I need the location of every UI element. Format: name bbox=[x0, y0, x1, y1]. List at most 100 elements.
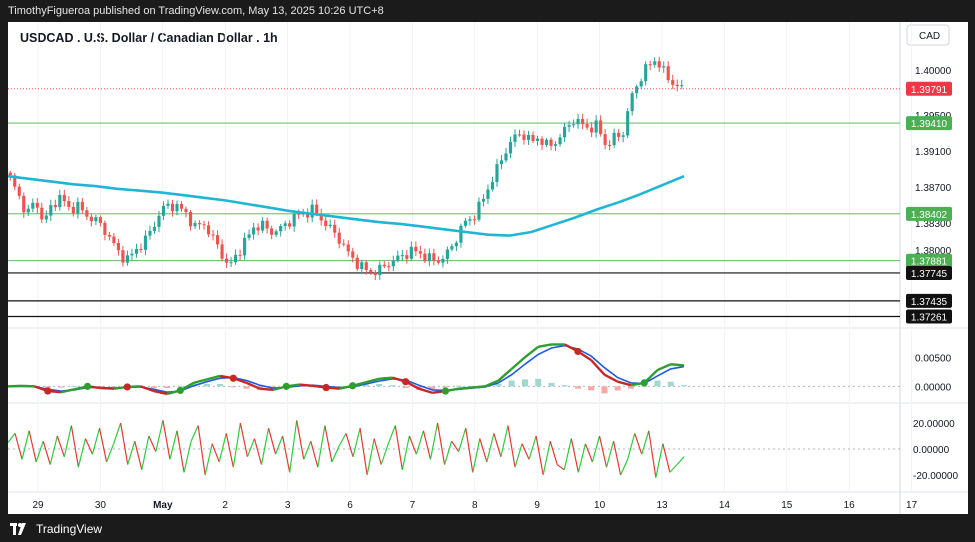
candle-body bbox=[139, 248, 143, 250]
candle-body bbox=[594, 120, 598, 133]
time-tick-label: 16 bbox=[844, 500, 856, 511]
candle-body bbox=[630, 93, 634, 112]
candle-body bbox=[234, 254, 238, 263]
candle-body bbox=[130, 253, 134, 256]
macd-cross-dot bbox=[640, 379, 648, 387]
time-tick-label: 2 bbox=[222, 500, 228, 511]
macd-hist-bar bbox=[402, 386, 409, 389]
candle-body bbox=[116, 243, 120, 251]
candle-body bbox=[481, 198, 486, 202]
candle-body bbox=[486, 189, 490, 199]
candle-body bbox=[274, 231, 278, 235]
candle-body bbox=[188, 212, 193, 227]
publisher-bar: TimothyFigueroa published on TradingView… bbox=[0, 0, 975, 22]
candle-body bbox=[31, 202, 35, 209]
candle-body bbox=[152, 226, 157, 231]
candle-body bbox=[35, 202, 39, 208]
candle-body bbox=[360, 262, 364, 269]
candle-body bbox=[134, 248, 139, 254]
time-tick-label: 29 bbox=[32, 500, 44, 511]
footer-bar: TradingView bbox=[0, 514, 975, 542]
macd-cross-dot bbox=[402, 378, 410, 386]
price-chart[interactable]: USDCAD . U.S. Dollar / Canadian Dollar .… bbox=[8, 22, 968, 514]
macd-hist-bar bbox=[601, 386, 608, 394]
candle-body bbox=[441, 258, 445, 263]
price-label-text: 1.39791 bbox=[911, 85, 948, 96]
candle-body bbox=[590, 127, 594, 133]
macd-hist-bar bbox=[521, 379, 528, 387]
price-label: 1.37881 bbox=[906, 253, 952, 268]
macd-cross-dot bbox=[322, 383, 330, 392]
candle-body bbox=[644, 64, 648, 82]
candle-body bbox=[40, 207, 44, 220]
macd-line-segment bbox=[299, 383, 313, 387]
macd-line-segment bbox=[100, 386, 115, 390]
candle-body bbox=[270, 228, 274, 235]
candle-body bbox=[400, 255, 404, 257]
macd-hist-bar bbox=[667, 381, 674, 387]
osc-tick-label: 20.00000 bbox=[913, 419, 955, 430]
macd-cross-dot bbox=[282, 382, 290, 390]
candle-body bbox=[414, 246, 418, 252]
candle bbox=[626, 108, 630, 139]
candle-body bbox=[405, 255, 409, 259]
osc-tick-label: 0.00000 bbox=[913, 445, 950, 456]
candle-body bbox=[247, 234, 251, 238]
candle-body bbox=[603, 134, 607, 145]
macd-hist-bar bbox=[508, 380, 515, 387]
candle-body bbox=[445, 249, 449, 259]
candle-body bbox=[553, 144, 558, 146]
candle-body bbox=[608, 144, 612, 146]
candle-body bbox=[662, 66, 666, 68]
candle-body bbox=[310, 204, 314, 218]
candle-body bbox=[175, 203, 179, 212]
chart-title: USDCAD . U.S. Dollar / Canadian Dollar .… bbox=[20, 31, 278, 45]
chart-background bbox=[8, 22, 968, 514]
candle-body bbox=[17, 186, 21, 196]
candle-body bbox=[423, 253, 427, 262]
macd-hist-bar bbox=[217, 384, 224, 387]
candle-body bbox=[535, 138, 540, 141]
candle-body bbox=[112, 236, 116, 244]
candle-body bbox=[522, 134, 526, 140]
candle-body bbox=[238, 254, 242, 256]
macd-hist-bar bbox=[681, 385, 687, 387]
macd-hist-bar bbox=[535, 378, 542, 387]
candle-body bbox=[220, 244, 224, 259]
candle-body bbox=[468, 219, 472, 221]
candle-body bbox=[224, 258, 229, 263]
macd-line-segment bbox=[259, 387, 274, 392]
candle-body bbox=[432, 253, 436, 261]
candle-body bbox=[572, 124, 576, 126]
app-window: TimothyFigueroa published on TradingView… bbox=[0, 0, 975, 542]
price-label: 1.38402 bbox=[906, 206, 952, 221]
time-tick-label: 8 bbox=[472, 500, 478, 511]
candle-body bbox=[387, 266, 391, 268]
candle-body bbox=[166, 203, 170, 206]
candle-body bbox=[288, 223, 292, 227]
candle-body bbox=[292, 213, 296, 227]
candle-body bbox=[666, 66, 670, 81]
candle-body bbox=[391, 260, 395, 267]
tradingview-logo[interactable]: TradingView bbox=[10, 522, 102, 536]
macd-hist-bar bbox=[654, 380, 661, 387]
candle-body bbox=[67, 201, 71, 207]
macd-cross-dot bbox=[574, 347, 582, 356]
candle-body bbox=[89, 216, 93, 222]
candle-body bbox=[526, 134, 531, 140]
candle-body bbox=[297, 213, 301, 215]
candle-body bbox=[197, 223, 202, 225]
candle-body bbox=[193, 223, 197, 227]
price-label: 1.37261 bbox=[906, 309, 952, 324]
macd-hist-bar bbox=[203, 384, 210, 387]
candle-body bbox=[53, 205, 57, 208]
candle-body bbox=[657, 61, 661, 68]
candle-body bbox=[337, 232, 341, 244]
macd-hist-bar bbox=[548, 382, 555, 387]
candle-body bbox=[62, 194, 66, 202]
candle-body bbox=[342, 243, 346, 245]
candle-body bbox=[382, 264, 386, 267]
macd-line-segment bbox=[471, 385, 486, 389]
candle-body bbox=[549, 139, 553, 146]
macd-cross-dot bbox=[176, 386, 184, 395]
